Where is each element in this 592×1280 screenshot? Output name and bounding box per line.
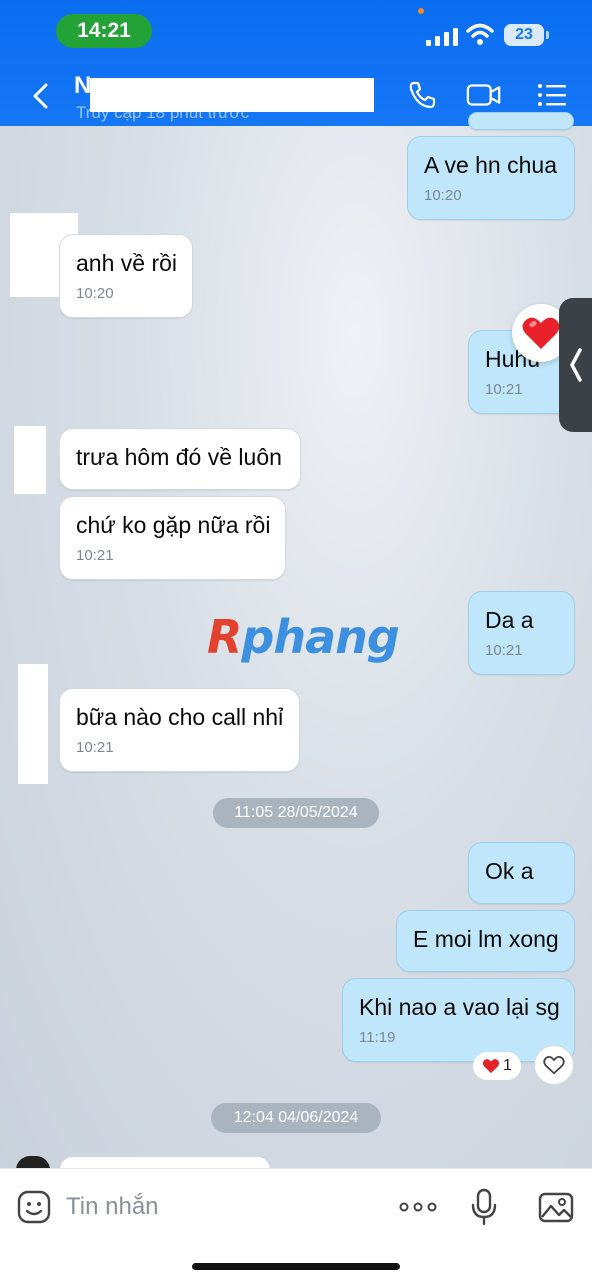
message-bubble-outgoing[interactable]: Ok a (468, 842, 575, 904)
avatar-redaction (18, 664, 48, 784)
message-text: anh về rồi (76, 250, 178, 276)
contact-name[interactable]: N (74, 72, 91, 100)
chat-options-button[interactable] (534, 78, 570, 112)
reaction-count: 1 (503, 1057, 512, 1074)
chat-header: 14:21 23 N Truy cập 18 phút trước (0, 0, 592, 126)
message-bubble-incoming[interactable]: trưa hôm đó về luôn (59, 428, 301, 490)
video-call-button[interactable] (466, 78, 502, 112)
message-time: 11:19 (359, 1029, 396, 1046)
message-bubble-incoming[interactable]: anh về rồi 10:20 (59, 234, 193, 318)
message-time: 10:21 (76, 547, 114, 564)
name-redaction (90, 78, 374, 112)
message-input[interactable] (66, 1187, 366, 1227)
voice-message-button[interactable] (464, 1187, 504, 1227)
image-icon (538, 1192, 574, 1223)
status-time: 14:21 (56, 14, 152, 48)
sticker-icon (17, 1190, 51, 1224)
avatar-redaction (14, 426, 46, 494)
chevron-left-icon (569, 348, 582, 382)
message-text: chứ ko gặp nữa rồi (76, 512, 271, 538)
message-text: bữa nào cho call nhỉ (76, 704, 284, 730)
message-composer (0, 1168, 592, 1280)
back-button[interactable] (24, 78, 56, 114)
heart-outline-icon (543, 1055, 565, 1075)
message-text: Khi nao a vao lại sg (359, 994, 560, 1020)
mic-indicator-dot (418, 8, 424, 14)
message-bubble-incoming[interactable]: chứ ko gặp nữa rồi 10:21 (59, 496, 286, 580)
message-bubble-outgoing[interactable]: E moi lm xong (396, 910, 575, 972)
message-time: 10:21 (485, 381, 523, 398)
signal-icon (426, 28, 458, 46)
reaction-count-chip[interactable]: 1 (473, 1052, 521, 1080)
video-call-icon (466, 84, 501, 106)
message-text: Da a (485, 607, 534, 633)
date-separator: 12:04 04/06/2024 (211, 1103, 381, 1133)
voice-call-button[interactable] (404, 78, 440, 112)
message-time: 10:21 (485, 642, 523, 659)
heart-icon (522, 317, 560, 349)
battery-indicator: 23 (504, 24, 549, 46)
menu-list-icon (538, 84, 566, 106)
date-separator: 11:05 28/05/2024 (213, 798, 379, 828)
microphone-icon (471, 1188, 497, 1226)
heart-icon (482, 1059, 500, 1074)
message-time: 10:21 (76, 739, 114, 756)
message-bubble-partial[interactable] (468, 112, 574, 130)
more-icon (399, 1202, 437, 1212)
send-image-button[interactable] (536, 1187, 576, 1227)
back-icon (33, 83, 48, 109)
sticker-button[interactable] (14, 1187, 54, 1227)
message-text: trưa hôm đó về luôn (76, 444, 282, 470)
wifi-icon (466, 23, 494, 45)
message-text: A ve hn chua (424, 152, 557, 178)
message-text: E moi lm xong (413, 926, 559, 952)
message-time: 10:20 (424, 187, 462, 204)
message-bubble-incoming[interactable]: bữa nào cho call nhỉ 10:21 (59, 688, 300, 772)
watermark-logo: Rphang (207, 610, 400, 664)
message-time: 10:20 (76, 285, 114, 302)
message-bubble-outgoing[interactable]: Da a 10:21 (468, 591, 575, 675)
message-text: Ok a (485, 858, 534, 884)
phone-icon (409, 81, 436, 109)
home-indicator[interactable] (192, 1263, 400, 1270)
more-options-button[interactable] (396, 1187, 440, 1227)
add-reaction-button[interactable] (534, 1045, 574, 1085)
side-panel-handle[interactable] (559, 298, 592, 432)
message-bubble-outgoing[interactable]: A ve hn chua 10:20 (407, 136, 575, 220)
